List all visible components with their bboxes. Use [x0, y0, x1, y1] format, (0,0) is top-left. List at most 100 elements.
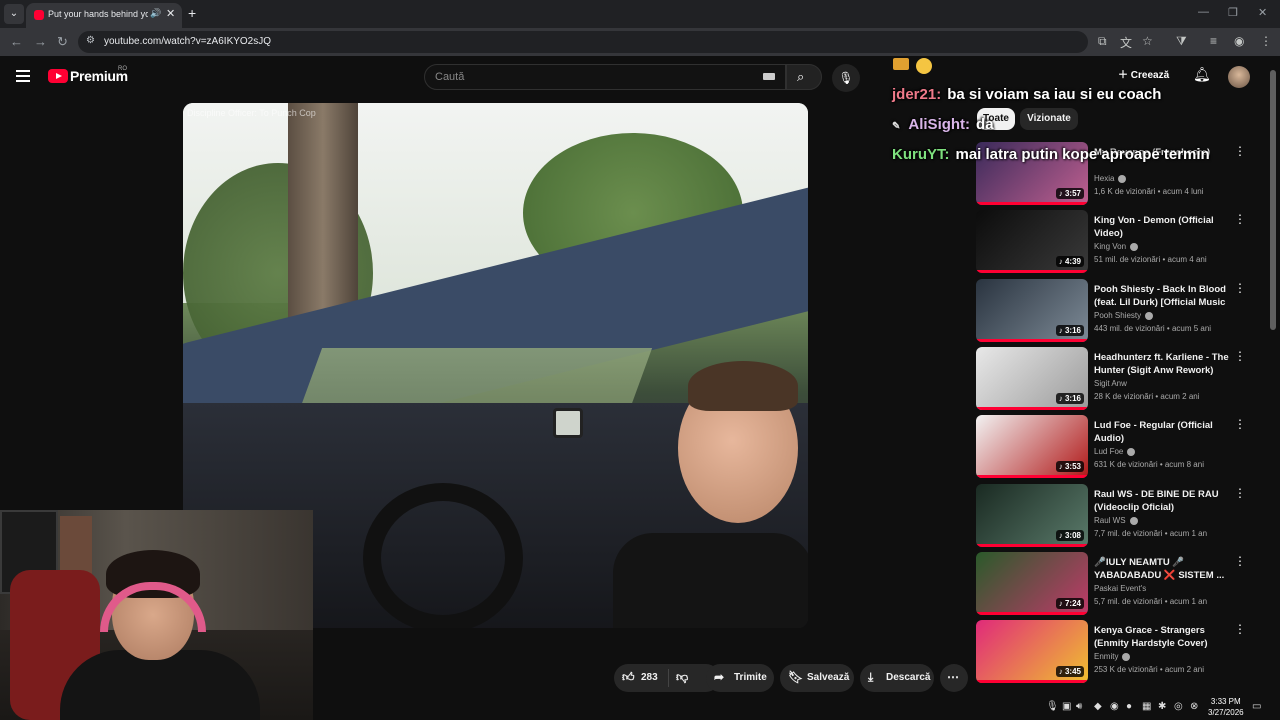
nvidia-icon[interactable]: ◆: [1094, 701, 1102, 712]
restore-icon[interactable]: ❐: [1228, 6, 1238, 19]
record-icon[interactable]: ●: [1126, 701, 1132, 712]
more-vertical-icon[interactable]: ⋮: [1234, 281, 1246, 295]
dislike-icon[interactable]: 👎︎: [676, 670, 688, 685]
recommendation-title[interactable]: Raul WS - DE BINE DE RAU (Videoclip Ofic…: [1094, 488, 1230, 514]
more-vertical-icon[interactable]: ⋮: [1234, 212, 1246, 226]
recommendation-item[interactable]: ♪ 7:24 🎤IULY NEAMTU 🎤 YABADABADU ❌ SISTEM…: [976, 552, 1252, 616]
profile-icon[interactable]: ◉: [1234, 34, 1244, 48]
video-thumbnail[interactable]: ♪ 3:16: [976, 347, 1088, 410]
back-arrow-icon[interactable]: ←: [10, 34, 23, 49]
recommendation-item[interactable]: ♪ 3:08 Raul WS - DE BINE DE RAU (Videocli…: [976, 484, 1252, 548]
forward-arrow-icon[interactable]: →: [34, 34, 47, 49]
channel-name[interactable]: Hexia: [1094, 174, 1127, 183]
reading-list-icon[interactable]: ≡: [1210, 34, 1217, 48]
bookmark-star-icon[interactable]: ☆: [1142, 34, 1153, 48]
notifications-bell-icon[interactable]: 🔔︎: [1193, 66, 1211, 83]
video-meta: 253 K de vizionări • acum 2 ani: [1094, 665, 1204, 674]
recommendation-item[interactable]: ♪ 4:39 King Von - Demon (Official Video) K…: [976, 210, 1252, 274]
browser-tab[interactable]: Put your hands behind your 🔊 ✕: [26, 3, 182, 28]
video-meta: 28 K de vizionări • acum 2 ani: [1094, 392, 1200, 401]
browser-menu-icon[interactable]: ⋮: [1260, 34, 1272, 48]
translate-icon[interactable]: 文: [1120, 34, 1132, 51]
recommendation-item[interactable]: ♪ 3:16 Pooh Shiesty - Back In Blood (feat…: [976, 279, 1252, 343]
recommendation-title[interactable]: King Von - Demon (Official Video): [1094, 214, 1230, 240]
save-icon: 🔖︎: [788, 670, 804, 684]
recommendation-item[interactable]: ♪ 3:45 Kenya Grace - Strangers (Enmity Ha…: [976, 620, 1252, 684]
new-tab-button[interactable]: +: [188, 5, 196, 21]
like-count[interactable]: 283: [641, 672, 658, 683]
channel-name[interactable]: Paskai Event's: [1094, 584, 1146, 593]
channel-name[interactable]: Raul WS: [1094, 516, 1138, 525]
tray-app-icon[interactable]: ⊗: [1190, 701, 1198, 712]
more-vertical-icon[interactable]: ⋮: [1234, 622, 1246, 636]
tray-app-icon[interactable]: ◎: [1174, 701, 1183, 712]
channel-name[interactable]: King Von: [1094, 242, 1139, 251]
watched-progress-bar: [976, 544, 1088, 547]
notifications-icon[interactable]: ▭: [1252, 701, 1261, 712]
channel-name[interactable]: Enmity: [1094, 652, 1131, 661]
clock[interactable]: 3:33 PM 3/27/2026: [1208, 696, 1244, 718]
url-text[interactable]: youtube.com/watch?v=zA6IKYO2sJQ: [104, 36, 271, 47]
video-thumbnail[interactable]: ♪ 3:45: [976, 620, 1088, 683]
chip-watched[interactable]: Vizionate: [1020, 108, 1078, 130]
network-icon[interactable]: ▦: [1142, 701, 1151, 712]
more-vertical-icon[interactable]: ⋮: [1234, 144, 1246, 158]
recommendation-item[interactable]: ♪ 3:16 Headhunterz ft. Karliene - The Hun…: [976, 347, 1252, 411]
download-button[interactable]: ⤓ Descarcă: [860, 664, 934, 692]
video-thumbnail[interactable]: ♪ 4:39: [976, 210, 1088, 273]
close-window-icon[interactable]: ✕: [1258, 6, 1267, 19]
share-button[interactable]: ➦ Trimite: [706, 664, 774, 692]
save-button[interactable]: 🔖︎ Salvează: [780, 664, 854, 692]
video-thumbnail[interactable]: ♪ 7:24: [976, 552, 1088, 615]
more-actions-button[interactable]: ⋯: [940, 664, 968, 692]
search-input[interactable]: Caută: [424, 64, 786, 90]
channel-name[interactable]: Pooh Shiesty: [1094, 311, 1154, 320]
bluetooth-icon[interactable]: ✱: [1158, 701, 1166, 712]
account-avatar[interactable]: [1228, 66, 1250, 88]
reload-icon[interactable]: ↻: [57, 34, 68, 50]
install-app-icon[interactable]: ⧉: [1098, 34, 1107, 49]
volume-icon[interactable]: 🔊︎: [1076, 701, 1082, 712]
more-vertical-icon[interactable]: ⋮: [1234, 486, 1246, 500]
recommendation-item[interactable]: ♪ 3:53 Lud Foe - Regular (Official Audio)…: [976, 415, 1252, 479]
recommendation-title[interactable]: Kenya Grace - Strangers (Enmity Hardstyl…: [1094, 624, 1230, 650]
recommendation-title[interactable]: Lud Foe - Regular (Official Audio): [1094, 419, 1230, 445]
tab-search-button[interactable]: ⌄: [4, 4, 24, 24]
tab-close-icon[interactable]: ✕: [166, 7, 175, 20]
recommendation-title[interactable]: Headhunterz ft. Karliene - The Hunter (S…: [1094, 351, 1230, 377]
more-vertical-icon[interactable]: ⋮: [1234, 417, 1246, 431]
create-label: Creează: [1130, 70, 1170, 81]
discord-icon[interactable]: ◉: [1110, 701, 1119, 712]
webcam-streamer-body: [60, 650, 260, 720]
like-icon[interactable]: 👍︎: [622, 670, 635, 685]
minimize-icon[interactable]: —: [1198, 6, 1209, 18]
extensions-icon[interactable]: ⧩: [1176, 34, 1187, 49]
microphone-icon[interactable]: 🎙: [1046, 701, 1059, 712]
recommendation-title[interactable]: Pooh Shiesty - Back In Blood (feat. Lil …: [1094, 283, 1230, 309]
video-thumbnail[interactable]: ♪ 3:16: [976, 279, 1088, 342]
chat-text: mai latra putin kope aproape termin: [955, 146, 1210, 163]
watched-progress-bar: [976, 339, 1088, 342]
youtube-logo-icon[interactable]: [48, 69, 68, 83]
tray-app-icon[interactable]: ▣: [1062, 701, 1071, 712]
create-button[interactable]: ＋ Creează: [1118, 66, 1169, 81]
channel-name[interactable]: Sigit Anw: [1094, 379, 1127, 388]
channel-name[interactable]: Lud Foe: [1094, 447, 1136, 456]
webcam-overlay: [0, 510, 313, 720]
menu-icon[interactable]: [16, 70, 30, 82]
more-vertical-icon[interactable]: ⋮: [1234, 554, 1246, 568]
duration-badge: ♪ 3:53: [1055, 461, 1084, 472]
search-button[interactable]: ⌕: [786, 64, 822, 90]
voice-search-icon[interactable]: 🎙: [832, 64, 860, 92]
more-vertical-icon[interactable]: ⋮: [1234, 349, 1246, 363]
recommendation-title[interactable]: 🎤IULY NEAMTU 🎤 YABADABADU ❌ SISTEM ...: [1094, 556, 1230, 582]
video-thumbnail[interactable]: ♪ 3:08: [976, 484, 1088, 547]
video-meta: 443 mil. de vizionări • acum 5 ani: [1094, 324, 1212, 333]
keyboard-icon[interactable]: [763, 73, 775, 80]
clock-time: 3:33 PM: [1210, 697, 1241, 706]
speaker-icon[interactable]: 🔊: [150, 8, 161, 19]
page-scrollbar[interactable]: [1270, 70, 1276, 330]
video-thumbnail[interactable]: ♪ 3:53: [976, 415, 1088, 478]
address-bar[interactable]: ⚙ youtube.com/watch?v=zA6IKYO2sJQ: [78, 31, 1088, 53]
site-info-icon[interactable]: ⚙: [86, 35, 95, 46]
